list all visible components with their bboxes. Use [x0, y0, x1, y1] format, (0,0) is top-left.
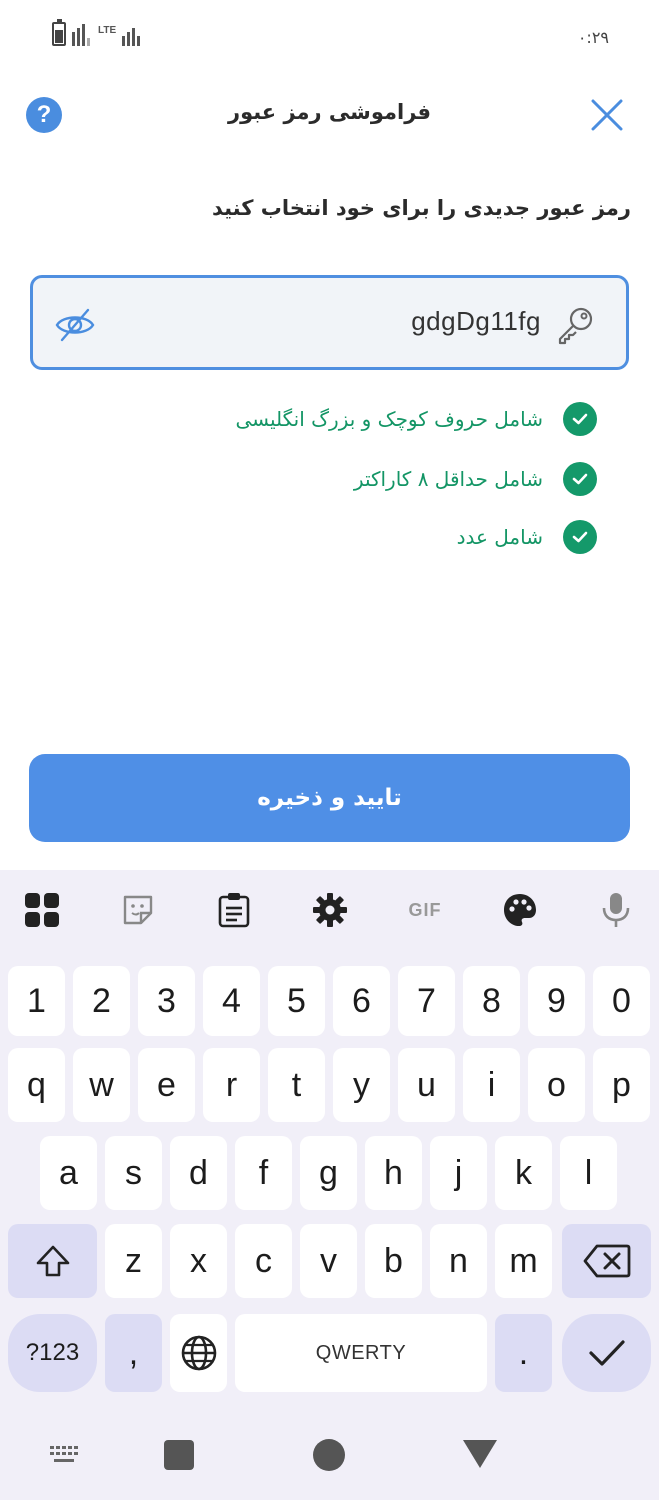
apps-grid-icon[interactable]: [22, 890, 62, 930]
checkmark-icon: [588, 1340, 625, 1366]
close-button[interactable]: [588, 96, 626, 134]
gif-label: GIF: [408, 899, 442, 920]
key-w[interactable]: w: [73, 1048, 130, 1122]
key-2[interactable]: 2: [73, 966, 130, 1036]
check-circle-icon: [563, 462, 597, 496]
key-l[interactable]: l: [560, 1136, 617, 1210]
shift-key[interactable]: [8, 1224, 97, 1298]
password-input[interactable]: gdgDg11fg: [30, 275, 629, 370]
key-t[interactable]: t: [268, 1048, 325, 1122]
key-i[interactable]: i: [463, 1048, 520, 1122]
key-e[interactable]: e: [138, 1048, 195, 1122]
key-6[interactable]: 6: [333, 966, 390, 1036]
keyboard-switch-icon[interactable]: [50, 1446, 80, 1466]
key-b[interactable]: b: [365, 1224, 422, 1298]
network-label: LTE: [98, 25, 117, 36]
comma-key[interactable]: ,: [105, 1314, 162, 1392]
back-icon[interactable]: [463, 1440, 497, 1468]
help-button[interactable]: ?: [26, 97, 62, 133]
language-key[interactable]: [170, 1314, 227, 1392]
key-n[interactable]: n: [430, 1224, 487, 1298]
battery-icon: [52, 19, 66, 46]
eye-off-icon[interactable]: [53, 303, 97, 347]
rule-digit: شامل عدد: [457, 519, 597, 555]
rule-label: شامل حداقل ۸ کاراکتر: [353, 467, 543, 491]
clock: ۰:۲۹: [577, 28, 609, 47]
key-o[interactable]: o: [528, 1048, 585, 1122]
microphone-icon[interactable]: [596, 890, 636, 930]
home-icon[interactable]: [313, 1439, 345, 1471]
key-7[interactable]: 7: [398, 966, 455, 1036]
settings-icon[interactable]: [310, 890, 350, 930]
space-key[interactable]: QWERTY: [235, 1314, 487, 1392]
key-1[interactable]: 1: [8, 966, 65, 1036]
palette-icon[interactable]: [500, 890, 540, 930]
signal-icon-2: [122, 24, 140, 46]
key-0[interactable]: 0: [593, 966, 650, 1036]
enter-key[interactable]: [562, 1314, 651, 1392]
key-m[interactable]: m: [495, 1224, 552, 1298]
backspace-icon: [583, 1244, 630, 1278]
key-z[interactable]: z: [105, 1224, 162, 1298]
question-icon: ?: [36, 101, 52, 128]
key-4[interactable]: 4: [203, 966, 260, 1036]
check-circle-icon: [563, 402, 597, 436]
key-9[interactable]: 9: [528, 966, 585, 1036]
recents-icon[interactable]: [164, 1440, 194, 1470]
symbols-key[interactable]: ?123: [8, 1314, 97, 1392]
password-value: gdgDg11fg: [411, 306, 541, 336]
key-j[interactable]: j: [430, 1136, 487, 1210]
check-circle-icon: [563, 520, 597, 554]
close-icon: [591, 99, 623, 131]
rule-label: شامل حروف کوچک و بزرگ انگلیسی: [235, 407, 543, 431]
key-v[interactable]: v: [300, 1224, 357, 1298]
key-h[interactable]: h: [365, 1136, 422, 1210]
page-title: فراموشی رمز عبور: [227, 100, 432, 124]
clipboard-icon[interactable]: [214, 890, 254, 930]
key-x[interactable]: x: [170, 1224, 227, 1298]
period-key[interactable]: .: [495, 1314, 552, 1392]
save-button[interactable]: تایید و ذخیره: [29, 754, 630, 842]
key-r[interactable]: r: [203, 1048, 260, 1122]
key-p[interactable]: p: [593, 1048, 650, 1122]
key-icon: [558, 307, 593, 345]
globe-icon: [181, 1335, 216, 1371]
key-a[interactable]: a: [40, 1136, 97, 1210]
rule-label: شامل عدد: [456, 525, 543, 549]
key-3[interactable]: 3: [138, 966, 195, 1036]
key-5[interactable]: 5: [268, 966, 325, 1036]
instruction-text: رمز عبور جدیدی را برای خود انتخاب کنید: [211, 196, 631, 220]
gif-icon[interactable]: GIF: [404, 890, 446, 930]
key-8[interactable]: 8: [463, 966, 520, 1036]
sticker-icon[interactable]: [118, 890, 158, 930]
key-f[interactable]: f: [235, 1136, 292, 1210]
key-c[interactable]: c: [235, 1224, 292, 1298]
key-u[interactable]: u: [398, 1048, 455, 1122]
rule-case: شامل حروف کوچک و بزرگ انگلیسی: [235, 401, 597, 437]
signal-icon: [72, 24, 90, 46]
shift-icon: [36, 1245, 69, 1277]
key-k[interactable]: k: [495, 1136, 552, 1210]
key-d[interactable]: d: [170, 1136, 227, 1210]
key-g[interactable]: g: [300, 1136, 357, 1210]
rule-length: شامل حداقل ۸ کاراکتر: [354, 461, 597, 497]
key-s[interactable]: s: [105, 1136, 162, 1210]
status-bar: LTE ۰:۲۹: [0, 0, 659, 70]
backspace-key[interactable]: [562, 1224, 651, 1298]
key-y[interactable]: y: [333, 1048, 390, 1122]
key-q[interactable]: q: [8, 1048, 65, 1122]
